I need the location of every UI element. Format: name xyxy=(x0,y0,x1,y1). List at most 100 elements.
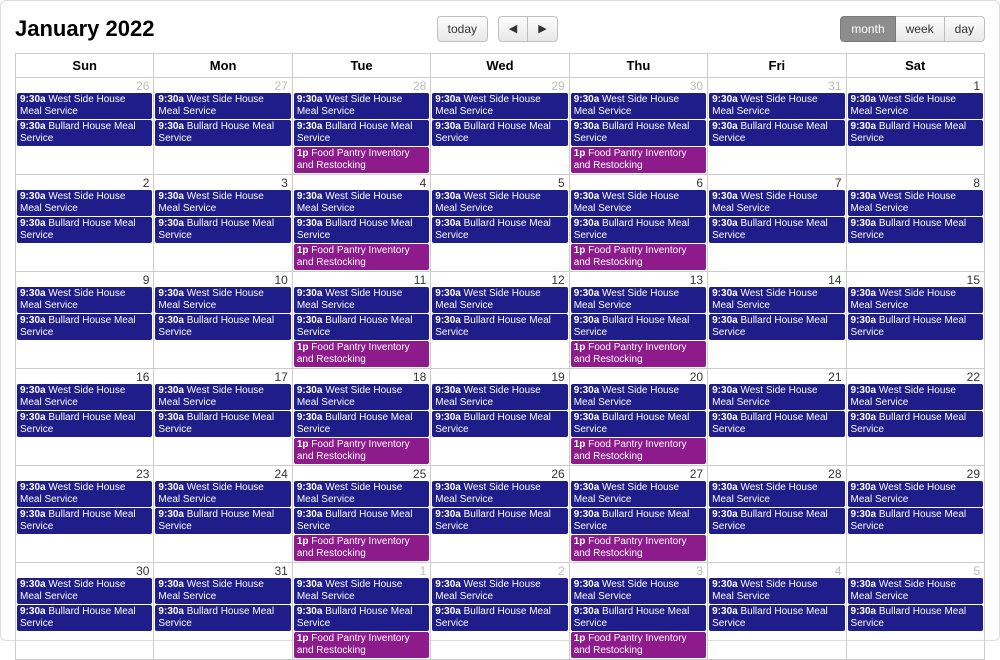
event-westside[interactable]: 9:30a West Side House Meal Service xyxy=(294,384,429,410)
event-westside[interactable]: 9:30a West Side House Meal Service xyxy=(17,578,152,604)
event-westside[interactable]: 9:30a West Side House Meal Service xyxy=(571,481,706,507)
event-westside[interactable]: 9:30a West Side House Meal Service xyxy=(432,384,567,410)
event-westside[interactable]: 9:30a West Side House Meal Service xyxy=(571,578,706,604)
event-bullard[interactable]: 9:30a Bullard House Meal Service xyxy=(432,411,567,437)
day-cell[interactable]: 319:30a West Side House Meal Service9:30… xyxy=(708,78,846,175)
event-bullard[interactable]: 9:30a Bullard House Meal Service xyxy=(709,120,844,146)
event-bullard[interactable]: 9:30a Bullard House Meal Service xyxy=(848,411,983,437)
event-pantry[interactable]: 1p Food Pantry Inventory and Restocking xyxy=(294,244,429,270)
event-pantry[interactable]: 1p Food Pantry Inventory and Restocking xyxy=(294,535,429,561)
event-westside[interactable]: 9:30a West Side House Meal Service xyxy=(17,481,152,507)
event-bullard[interactable]: 9:30a Bullard House Meal Service xyxy=(294,120,429,146)
day-cell[interactable]: 319:30a West Side House Meal Service9:30… xyxy=(154,563,292,660)
event-bullard[interactable]: 9:30a Bullard House Meal Service xyxy=(432,217,567,243)
event-westside[interactable]: 9:30a West Side House Meal Service xyxy=(709,190,844,216)
event-bullard[interactable]: 9:30a Bullard House Meal Service xyxy=(17,411,152,437)
view-month-button[interactable]: month xyxy=(840,16,895,42)
day-cell[interactable]: 139:30a West Side House Meal Service9:30… xyxy=(569,272,707,369)
day-cell[interactable]: 279:30a West Side House Meal Service9:30… xyxy=(569,466,707,563)
event-pantry[interactable]: 1p Food Pantry Inventory and Restocking xyxy=(571,535,706,561)
event-bullard[interactable]: 9:30a Bullard House Meal Service xyxy=(848,120,983,146)
day-cell[interactable]: 209:30a West Side House Meal Service9:30… xyxy=(569,369,707,466)
event-pantry[interactable]: 1p Food Pantry Inventory and Restocking xyxy=(294,438,429,464)
event-westside[interactable]: 9:30a West Side House Meal Service xyxy=(848,190,983,216)
event-westside[interactable]: 9:30a West Side House Meal Service xyxy=(432,481,567,507)
day-cell[interactable]: 39:30a West Side House Meal Service9:30a… xyxy=(154,175,292,272)
event-westside[interactable]: 9:30a West Side House Meal Service xyxy=(294,190,429,216)
view-day-button[interactable]: day xyxy=(945,16,985,42)
event-bullard[interactable]: 9:30a Bullard House Meal Service xyxy=(709,605,844,631)
event-westside[interactable]: 9:30a West Side House Meal Service xyxy=(709,93,844,119)
event-bullard[interactable]: 9:30a Bullard House Meal Service xyxy=(848,605,983,631)
day-cell[interactable]: 169:30a West Side House Meal Service9:30… xyxy=(16,369,154,466)
event-westside[interactable]: 9:30a West Side House Meal Service xyxy=(294,287,429,313)
event-bullard[interactable]: 9:30a Bullard House Meal Service xyxy=(432,605,567,631)
event-pantry[interactable]: 1p Food Pantry Inventory and Restocking xyxy=(571,147,706,173)
event-pantry[interactable]: 1p Food Pantry Inventory and Restocking xyxy=(294,632,429,658)
next-button[interactable]: ▶ xyxy=(528,16,558,42)
event-bullard[interactable]: 9:30a Bullard House Meal Service xyxy=(432,120,567,146)
day-cell[interactable]: 69:30a West Side House Meal Service9:30a… xyxy=(569,175,707,272)
event-westside[interactable]: 9:30a West Side House Meal Service xyxy=(294,93,429,119)
day-cell[interactable]: 249:30a West Side House Meal Service9:30… xyxy=(154,466,292,563)
event-westside[interactable]: 9:30a West Side House Meal Service xyxy=(848,93,983,119)
event-bullard[interactable]: 9:30a Bullard House Meal Service xyxy=(432,314,567,340)
event-westside[interactable]: 9:30a West Side House Meal Service xyxy=(432,578,567,604)
day-cell[interactable]: 219:30a West Side House Meal Service9:30… xyxy=(708,369,846,466)
event-bullard[interactable]: 9:30a Bullard House Meal Service xyxy=(17,508,152,534)
event-westside[interactable]: 9:30a West Side House Meal Service xyxy=(17,384,152,410)
event-westside[interactable]: 9:30a West Side House Meal Service xyxy=(155,93,290,119)
event-pantry[interactable]: 1p Food Pantry Inventory and Restocking xyxy=(571,244,706,270)
day-cell[interactable]: 39:30a West Side House Meal Service9:30a… xyxy=(569,563,707,660)
event-westside[interactable]: 9:30a West Side House Meal Service xyxy=(848,578,983,604)
event-bullard[interactable]: 9:30a Bullard House Meal Service xyxy=(709,217,844,243)
day-cell[interactable]: 149:30a West Side House Meal Service9:30… xyxy=(708,272,846,369)
event-westside[interactable]: 9:30a West Side House Meal Service xyxy=(848,384,983,410)
day-cell[interactable]: 109:30a West Side House Meal Service9:30… xyxy=(154,272,292,369)
day-cell[interactable]: 289:30a West Side House Meal Service9:30… xyxy=(708,466,846,563)
day-cell[interactable]: 269:30a West Side House Meal Service9:30… xyxy=(16,78,154,175)
day-cell[interactable]: 199:30a West Side House Meal Service9:30… xyxy=(431,369,569,466)
day-cell[interactable]: 179:30a West Side House Meal Service9:30… xyxy=(154,369,292,466)
event-westside[interactable]: 9:30a West Side House Meal Service xyxy=(709,481,844,507)
event-westside[interactable]: 9:30a West Side House Meal Service xyxy=(571,93,706,119)
event-bullard[interactable]: 9:30a Bullard House Meal Service xyxy=(709,314,844,340)
today-button[interactable]: today xyxy=(437,16,488,42)
day-cell[interactable]: 79:30a West Side House Meal Service9:30a… xyxy=(708,175,846,272)
day-cell[interactable]: 49:30a West Side House Meal Service9:30a… xyxy=(708,563,846,660)
event-bullard[interactable]: 9:30a Bullard House Meal Service xyxy=(571,217,706,243)
event-westside[interactable]: 9:30a West Side House Meal Service xyxy=(155,190,290,216)
event-westside[interactable]: 9:30a West Side House Meal Service xyxy=(155,384,290,410)
day-cell[interactable]: 89:30a West Side House Meal Service9:30a… xyxy=(846,175,984,272)
event-westside[interactable]: 9:30a West Side House Meal Service xyxy=(432,287,567,313)
day-cell[interactable]: 269:30a West Side House Meal Service9:30… xyxy=(431,466,569,563)
event-westside[interactable]: 9:30a West Side House Meal Service xyxy=(294,481,429,507)
event-pantry[interactable]: 1p Food Pantry Inventory and Restocking xyxy=(294,341,429,367)
event-bullard[interactable]: 9:30a Bullard House Meal Service xyxy=(294,508,429,534)
prev-button[interactable]: ◀ xyxy=(498,16,528,42)
event-bullard[interactable]: 9:30a Bullard House Meal Service xyxy=(155,508,290,534)
event-bullard[interactable]: 9:30a Bullard House Meal Service xyxy=(848,217,983,243)
day-cell[interactable]: 129:30a West Side House Meal Service9:30… xyxy=(431,272,569,369)
event-bullard[interactable]: 9:30a Bullard House Meal Service xyxy=(571,314,706,340)
event-bullard[interactable]: 9:30a Bullard House Meal Service xyxy=(571,411,706,437)
event-bullard[interactable]: 9:30a Bullard House Meal Service xyxy=(155,120,290,146)
day-cell[interactable]: 49:30a West Side House Meal Service9:30a… xyxy=(292,175,430,272)
event-bullard[interactable]: 9:30a Bullard House Meal Service xyxy=(848,508,983,534)
event-westside[interactable]: 9:30a West Side House Meal Service xyxy=(432,93,567,119)
day-cell[interactable]: 59:30a West Side House Meal Service9:30a… xyxy=(431,175,569,272)
event-westside[interactable]: 9:30a West Side House Meal Service xyxy=(17,93,152,119)
event-bullard[interactable]: 9:30a Bullard House Meal Service xyxy=(155,605,290,631)
view-week-button[interactable]: week xyxy=(896,16,945,42)
event-bullard[interactable]: 9:30a Bullard House Meal Service xyxy=(17,217,152,243)
day-cell[interactable]: 19:30a West Side House Meal Service9:30a… xyxy=(846,78,984,175)
event-westside[interactable]: 9:30a West Side House Meal Service xyxy=(17,190,152,216)
day-cell[interactable]: 259:30a West Side House Meal Service9:30… xyxy=(292,466,430,563)
event-westside[interactable]: 9:30a West Side House Meal Service xyxy=(571,287,706,313)
event-westside[interactable]: 9:30a West Side House Meal Service xyxy=(155,481,290,507)
event-bullard[interactable]: 9:30a Bullard House Meal Service xyxy=(155,411,290,437)
event-bullard[interactable]: 9:30a Bullard House Meal Service xyxy=(294,217,429,243)
day-cell[interactable]: 309:30a West Side House Meal Service9:30… xyxy=(16,563,154,660)
day-cell[interactable]: 119:30a West Side House Meal Service9:30… xyxy=(292,272,430,369)
event-westside[interactable]: 9:30a West Side House Meal Service xyxy=(709,287,844,313)
